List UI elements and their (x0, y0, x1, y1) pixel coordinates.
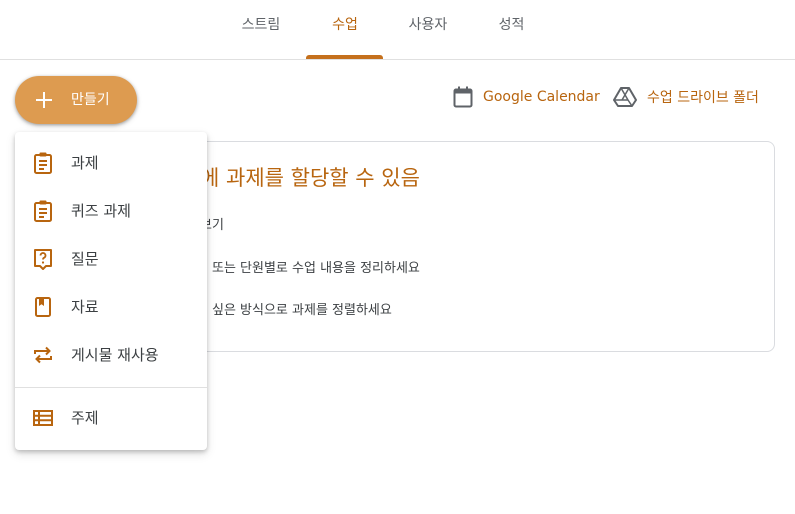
google-calendar-link[interactable]: Google Calendar (453, 86, 600, 108)
menu-item-reuse-post[interactable]: 게시물 재사용 (15, 331, 207, 379)
tab-grades[interactable]: 성적 (489, 0, 534, 59)
create-menu: 과제 퀴즈 과제 질문 자료 게시물 재사용 주제 (15, 132, 207, 450)
reuse-post-icon (34, 346, 52, 364)
material-icon (35, 297, 51, 317)
menu-item-topic[interactable]: 주제 (15, 394, 207, 442)
create-button-label: 만들기 (71, 92, 110, 108)
google-calendar-label: Google Calendar (483, 89, 600, 105)
topic-icon (33, 410, 53, 426)
tab-people[interactable]: 사용자 (400, 0, 456, 59)
card-title: 에 과제를 할당할 수 있음 (200, 166, 420, 190)
top-nav: 스트림 수업 사용자 성적 (0, 0, 795, 60)
plus-icon (36, 92, 52, 108)
class-drive-folder-link[interactable]: 수업 드라이브 폴더 (613, 86, 759, 108)
card-line-3: 싶은 방식으로 과제를 정렬하세요 (212, 303, 392, 318)
menu-item-label: 질문 (71, 250, 99, 268)
drive-folder-label: 수업 드라이브 폴더 (647, 90, 759, 106)
calendar-icon (453, 86, 473, 108)
tab-stream[interactable]: 스트림 (232, 0, 290, 59)
menu-item-label: 과제 (71, 154, 99, 172)
active-tab-indicator (306, 55, 383, 59)
menu-item-label: 주제 (71, 409, 99, 427)
create-button[interactable]: 만들기 (15, 76, 137, 124)
tab-classwork[interactable]: 수업 (320, 0, 370, 59)
quiz-assignment-icon (34, 200, 52, 222)
menu-item-label: 퀴즈 과제 (71, 202, 131, 220)
card-line-2: 또는 단원별로 수업 내용을 정리하세요 (212, 261, 420, 276)
assignment-icon (34, 152, 52, 174)
menu-item-label: 자료 (71, 298, 99, 316)
menu-item-label: 게시물 재사용 (71, 346, 159, 364)
menu-item-quiz-assignment[interactable]: 퀴즈 과제 (15, 187, 207, 235)
menu-divider (15, 387, 207, 388)
menu-item-material[interactable]: 자료 (15, 283, 207, 331)
menu-item-question[interactable]: 질문 (15, 235, 207, 283)
question-icon (34, 249, 52, 270)
drive-icon (613, 87, 637, 107)
menu-item-assignment[interactable]: 과제 (15, 139, 207, 187)
